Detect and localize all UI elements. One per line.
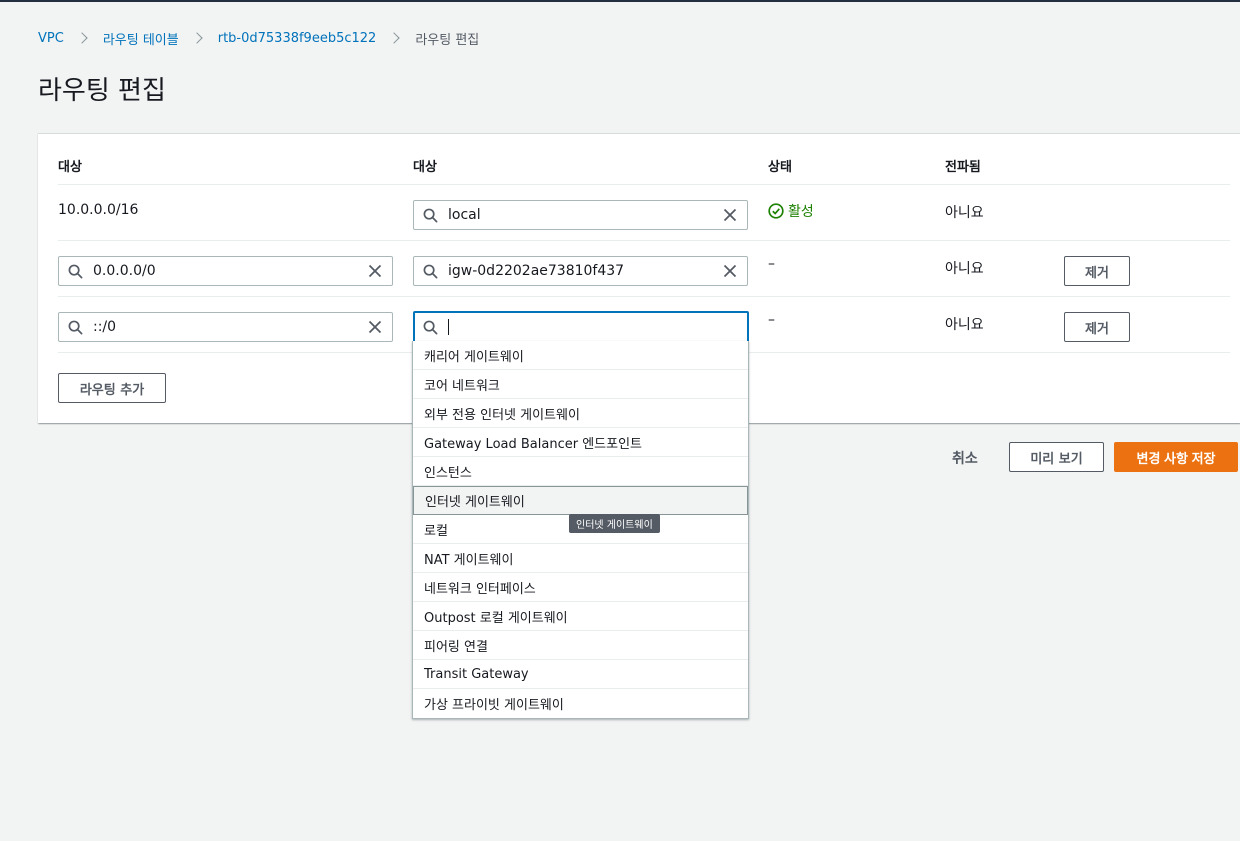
row1-target-value: local [448, 207, 481, 223]
search-icon [423, 208, 438, 222]
remove-button[interactable]: 제거 [1064, 312, 1130, 342]
top-border [0, 0, 1240, 2]
search-icon [68, 264, 83, 278]
row1-target-input[interactable]: local [413, 200, 748, 230]
row3-target-input[interactable] [413, 311, 749, 343]
row2-destination-input[interactable]: 0.0.0.0/0 [58, 256, 393, 286]
status-text: 활성 [788, 204, 814, 220]
breadcrumb-current: 라우팅 편집 [415, 32, 480, 48]
row2-target-input[interactable]: igw-0d2202ae73810f437 [413, 256, 748, 286]
dropdown-option-transit-gateway[interactable]: Transit Gateway [413, 660, 748, 689]
breadcrumb-route-tables[interactable]: 라우팅 테이블 [103, 29, 179, 48]
row-divider [58, 296, 1230, 297]
dropdown-option-nat-gateway[interactable]: NAT 게이트웨이 [413, 544, 748, 573]
page-title: 라우팅 편집 [38, 76, 166, 106]
row2-target-value: igw-0d2202ae73810f437 [448, 263, 625, 279]
dropdown-option-gwlb-endpoint[interactable]: Gateway Load Balancer 엔드포인트 [413, 428, 748, 457]
tooltip: 인터넷 게이트웨이 [569, 514, 660, 533]
row-divider [58, 184, 1230, 185]
search-icon [68, 320, 83, 334]
chevron-right-icon [191, 32, 203, 44]
row3-propagated: 아니요 [945, 317, 984, 333]
column-header-status: 상태 [768, 160, 792, 175]
chevron-right-icon [388, 32, 400, 44]
add-route-button[interactable]: 라우팅 추가 [58, 373, 166, 403]
search-icon [423, 264, 438, 278]
preview-button[interactable]: 미리 보기 [1009, 442, 1104, 472]
close-icon[interactable] [723, 208, 737, 222]
dropdown-option-core-network[interactable]: 코어 네트워크 [413, 370, 748, 399]
chevron-right-icon [76, 32, 88, 44]
dropdown-option-carrier-gateway[interactable]: 캐리어 게이트웨이 [413, 341, 748, 370]
cancel-button[interactable]: 취소 [952, 448, 978, 468]
dropdown-option-egress-only-igw[interactable]: 외부 전용 인터넷 게이트웨이 [413, 399, 748, 428]
row2-destination-value: 0.0.0.0/0 [93, 263, 156, 279]
save-changes-button[interactable]: 변경 사항 저장 [1114, 442, 1238, 472]
column-header-propagated: 전파됨 [945, 160, 981, 175]
dropdown-option-network-interface[interactable]: 네트워크 인터페이스 [413, 573, 748, 602]
dropdown-option-peering-connection[interactable]: 피어링 연결 [413, 631, 748, 660]
text-cursor [448, 319, 449, 335]
dropdown-option-virtual-private-gateway[interactable]: 가상 프라이빗 게이트웨이 [413, 689, 748, 718]
close-icon[interactable] [368, 320, 382, 334]
remove-button[interactable]: 제거 [1064, 256, 1130, 286]
row3-destination-value: ::/0 [93, 319, 117, 335]
dropdown-option-internet-gateway[interactable]: 인터넷 게이트웨이 [413, 486, 748, 515]
row1-destination: 10.0.0.0/16 [58, 202, 139, 218]
column-header-target: 대상 [413, 160, 437, 175]
breadcrumb-vpc[interactable]: VPC [38, 31, 64, 46]
row1-propagated: 아니요 [945, 205, 984, 221]
breadcrumb-route-table-id[interactable]: rtb-0d75338f9eeb5c122 [218, 31, 377, 46]
row2-status: – [768, 256, 775, 272]
row-divider [58, 240, 1230, 241]
row3-status: – [768, 312, 775, 328]
column-header-destination: 대상 [58, 160, 82, 175]
check-circle-icon [768, 203, 784, 219]
row3-destination-input[interactable]: ::/0 [58, 312, 393, 342]
breadcrumb: VPC 라우팅 테이블 rtb-0d75338f9eeb5c122 라우팅 편집 [38, 29, 480, 48]
dropdown-option-instance[interactable]: 인스턴스 [413, 457, 748, 486]
search-icon [423, 320, 438, 334]
close-icon[interactable] [723, 264, 737, 278]
close-icon[interactable] [368, 264, 382, 278]
dropdown-option-outpost-local-gateway[interactable]: Outpost 로컬 게이트웨이 [413, 602, 748, 631]
row2-propagated: 아니요 [945, 261, 984, 277]
status-badge: 활성 [768, 201, 814, 221]
